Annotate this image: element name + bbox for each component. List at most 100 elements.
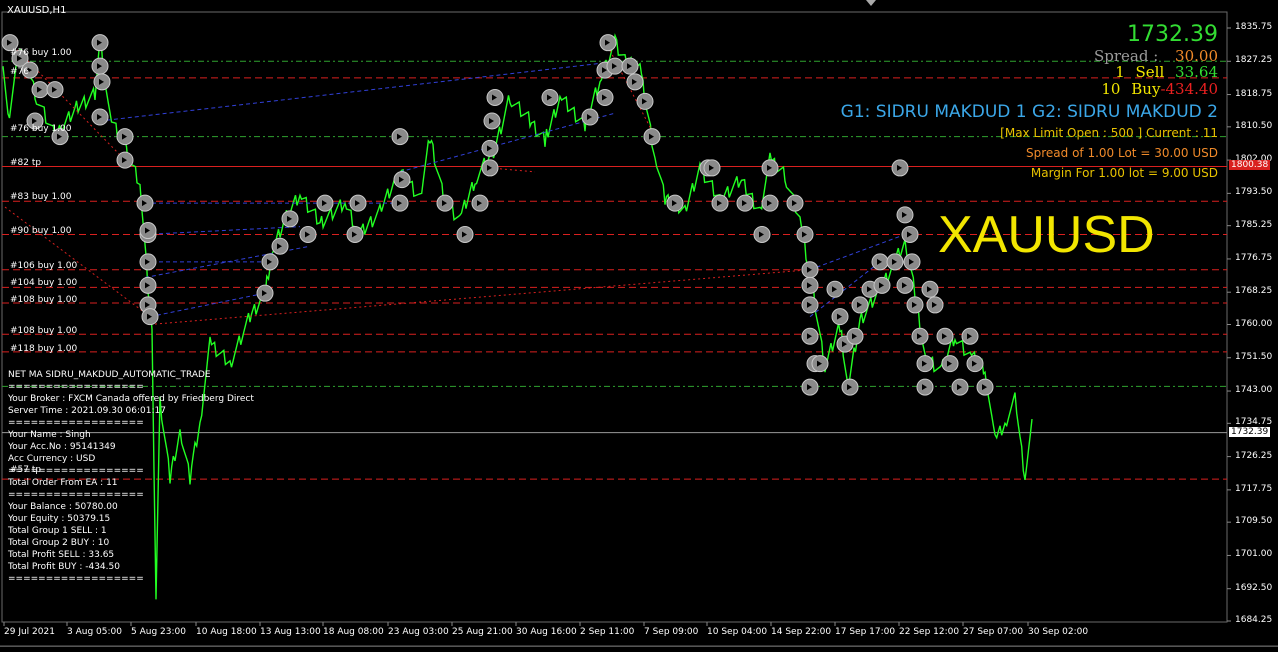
trade-marker-icon[interactable] <box>599 34 617 52</box>
trade-marker-icon[interactable] <box>456 225 474 243</box>
trade-marker-icon[interactable] <box>621 57 639 75</box>
time-axis-label: 30 Sep 02:00 <box>1028 627 1089 637</box>
trade-marker-icon[interactable] <box>916 378 934 396</box>
trade-marker-icon[interactable] <box>481 159 499 177</box>
trade-marker-icon[interactable] <box>753 225 771 243</box>
trade-marker-icon[interactable] <box>761 194 779 212</box>
trade-marker-icon[interactable] <box>936 327 954 345</box>
order-label: #108 buy 1.00 <box>10 294 78 305</box>
trade-marker-icon[interactable] <box>801 261 819 279</box>
trade-marker-icon[interactable] <box>896 206 914 224</box>
trade-marker-icon[interactable] <box>606 57 624 75</box>
trade-marker-icon[interactable] <box>666 194 684 212</box>
trade-marker-icon[interactable] <box>393 171 411 189</box>
chart-shift-marker-icon[interactable] <box>866 0 876 6</box>
ea-info-panel: NET MA SIDRU_MAKDUD_AUTOMATIC_TRADE =====… <box>8 369 254 585</box>
trade-marker-icon[interactable] <box>481 139 499 157</box>
trade-marker-icon[interactable] <box>796 225 814 243</box>
trade-marker-icon[interactable] <box>871 253 889 271</box>
trade-marker-icon[interactable] <box>926 296 944 314</box>
order-label: #118 buy 1.00 <box>10 343 78 354</box>
trade-marker-icon[interactable] <box>316 194 334 212</box>
trade-marker-icon[interactable] <box>846 327 864 345</box>
sell-label: Sell <box>1135 63 1165 81</box>
trade-marker-icon[interactable] <box>596 88 614 106</box>
trade-marker-icon[interactable] <box>786 194 804 212</box>
trade-marker-icon[interactable] <box>801 327 819 345</box>
trade-marker-icon[interactable] <box>703 159 721 177</box>
trade-marker-icon[interactable] <box>711 194 729 212</box>
trade-marker-icon[interactable] <box>801 296 819 314</box>
trade-marker-icon[interactable] <box>349 194 367 212</box>
trade-marker-icon[interactable] <box>941 355 959 373</box>
trade-marker-icon[interactable] <box>643 128 661 146</box>
trade-marker-icon[interactable] <box>906 296 924 314</box>
trade-marker-icon[interactable] <box>976 378 994 396</box>
time-axis-label: 13 Aug 13:00 <box>260 627 321 637</box>
price-axis-label: 1701.00 <box>1235 549 1273 560</box>
trade-marker-icon[interactable] <box>139 276 157 294</box>
trade-marker-icon[interactable] <box>116 151 134 169</box>
trade-marker-icon[interactable] <box>391 194 409 212</box>
time-axis-label: 23 Aug 03:00 <box>388 627 449 637</box>
order-connector <box>144 226 301 235</box>
trade-marker-icon[interactable] <box>483 112 501 130</box>
trade-marker-icon[interactable] <box>811 355 829 373</box>
info-line: Total Profit SELL : 33.65 <box>8 550 115 560</box>
trade-marker-icon[interactable] <box>966 355 984 373</box>
trade-marker-icon[interactable] <box>916 355 934 373</box>
trade-marker-icon[interactable] <box>841 378 859 396</box>
trade-marker-icon[interactable] <box>761 159 779 177</box>
trade-marker-icon[interactable] <box>951 378 969 396</box>
price-axis-label: 1818.75 <box>1235 88 1273 99</box>
price-axis-label: 1684.25 <box>1235 615 1273 625</box>
trade-marker-icon[interactable] <box>886 253 904 271</box>
bottom-tab-strip[interactable] <box>0 646 1278 652</box>
symbol-timeframe-label: XAUUSD,H1 <box>7 5 67 16</box>
trade-marker-icon[interactable] <box>831 308 849 326</box>
trade-marker-icon[interactable] <box>903 253 921 271</box>
trade-marker-icon[interactable] <box>801 378 819 396</box>
trade-marker-icon[interactable] <box>281 210 299 228</box>
trade-marker-icon[interactable] <box>391 128 409 146</box>
trade-marker-icon[interactable] <box>636 92 654 110</box>
trade-marker-icon[interactable] <box>91 34 109 52</box>
trade-marker-icon[interactable] <box>46 81 64 99</box>
trade-marker-icon[interactable] <box>139 253 157 271</box>
trade-marker-icon[interactable] <box>851 296 869 314</box>
trade-marker-icon[interactable] <box>896 276 914 294</box>
trade-marker-icon[interactable] <box>141 308 159 326</box>
trade-marker-icon[interactable] <box>486 88 504 106</box>
trade-marker-icon[interactable] <box>271 237 289 255</box>
trade-marker-icon[interactable] <box>541 88 559 106</box>
trade-marker-icon[interactable] <box>826 280 844 298</box>
trade-marker-icon[interactable] <box>581 108 599 126</box>
trade-marker-icon[interactable] <box>91 108 109 126</box>
margin-readout: Margin For 1.00 lot = 9.00 USD <box>1030 166 1218 180</box>
price-axis-label: 1776.75 <box>1235 252 1273 263</box>
trade-marker-icon[interactable] <box>626 73 644 91</box>
trade-marker-icon[interactable] <box>736 194 754 212</box>
trade-marker-icon[interactable] <box>873 276 891 294</box>
trade-marker-icon[interactable] <box>436 194 454 212</box>
trade-marker-icon[interactable] <box>261 253 279 271</box>
trade-marker-icon[interactable] <box>31 81 49 99</box>
trade-marker-icon[interactable] <box>471 194 489 212</box>
time-axis-label: 10 Sep 04:00 <box>707 627 768 637</box>
trade-marker-icon[interactable] <box>801 276 819 294</box>
trade-marker-icon[interactable] <box>91 57 109 75</box>
trade-marker-icon[interactable] <box>116 128 134 146</box>
trade-marker-icon[interactable] <box>136 194 154 212</box>
trade-marker-icon[interactable] <box>901 225 919 243</box>
trade-marker-icon[interactable] <box>256 284 274 302</box>
trade-marker-icon[interactable] <box>93 73 111 91</box>
trade-marker-icon[interactable] <box>911 327 929 345</box>
trade-marker-icon[interactable] <box>961 327 979 345</box>
trade-marker-icon[interactable] <box>346 225 364 243</box>
trade-marker-icon[interactable] <box>891 159 909 177</box>
order-connector <box>149 292 266 318</box>
trade-marker-icon[interactable] <box>139 222 157 240</box>
trade-marker-icon[interactable] <box>921 280 939 298</box>
tp-price-tag: 1800.38 <box>1229 160 1271 171</box>
trade-marker-icon[interactable] <box>299 225 317 243</box>
